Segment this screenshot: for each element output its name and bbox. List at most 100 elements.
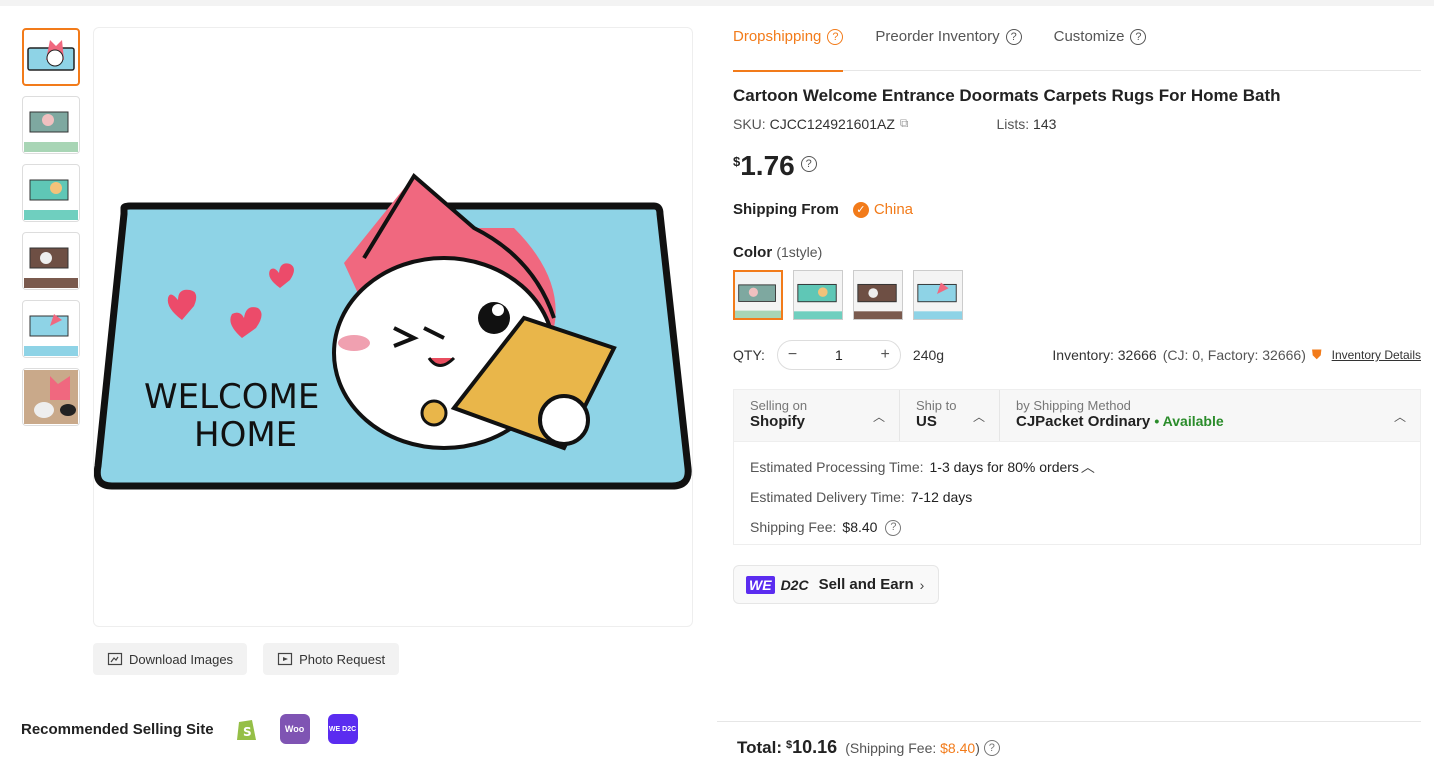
sku-label: SKU: (733, 116, 766, 132)
processing-label: Estimated Processing Time: (750, 459, 924, 475)
shipping-fee-row: Shipping Fee: $8.40? (750, 512, 1404, 542)
purchase-mode-tabs: Dropshipping? Preorder Inventory? Custom… (733, 28, 1421, 72)
shipping-box: Selling on Shopify ︿ Ship to US ︿ by Shi… (733, 389, 1421, 545)
recommended-label: Recommended Selling Site (21, 720, 214, 738)
we-logo: WE (746, 575, 775, 594)
delivery-label: Estimated Delivery Time: (750, 489, 905, 505)
total-label: Total: (737, 738, 783, 757)
inventory-info: Inventory: 32666 (CJ: 0, Factory: 32666)… (1052, 347, 1421, 363)
inventory-count: Inventory: 32666 (1052, 347, 1157, 363)
woo-icon-text: Woo (284, 724, 305, 734)
price-help-icon[interactable]: ? (800, 156, 817, 172)
shipping-method-label: by Shipping Method (1016, 398, 1131, 413)
d2c-sell-and-earn-button[interactable]: WE D2C Sell and Earn › (733, 565, 939, 604)
total-summary: Total: $ 10.16 (Shipping Fee: $8.40) ? (737, 737, 1000, 758)
shipping-method-value: CJPacket Ordinary (1016, 413, 1151, 430)
thumbnail-3[interactable] (22, 164, 80, 222)
qty-label: QTY: (733, 347, 765, 363)
weight: 240g (912, 347, 945, 363)
image-actions: Download Images Photo Request (93, 643, 400, 675)
thumbnail-5[interactable] (22, 300, 80, 358)
help-icon[interactable]: ? (1005, 29, 1022, 45)
fee-value: $8.40 (842, 519, 878, 535)
inventory-details-link[interactable]: Inventory Details (1332, 348, 1421, 362)
shopify-icon[interactable]: S (231, 714, 262, 744)
tab-customize[interactable]: Customize? (1054, 28, 1147, 71)
wed2c-icon-text: WE D2C (328, 725, 357, 733)
color-label: Color (733, 244, 773, 261)
color-swatches (733, 270, 963, 320)
total-fee-value: $8.40 (940, 740, 976, 756)
plus-icon[interactable]: + (881, 346, 890, 364)
tab-preorder-inventory[interactable]: Preorder Inventory? (875, 28, 1022, 71)
help-icon[interactable]: ? (983, 740, 1000, 756)
color-swatch[interactable] (733, 270, 783, 320)
chevron-up-icon: ︿ (1393, 410, 1406, 424)
fee-label: Shipping Fee: (750, 519, 837, 535)
svg-text:S: S (243, 725, 252, 739)
sell-and-earn-label: Sell and Earn (818, 576, 914, 593)
chevron-right-icon: › (919, 576, 925, 593)
help-icon[interactable]: ? (1130, 29, 1147, 45)
shipping-from-value[interactable]: China (874, 201, 913, 218)
shipping-from-label: Shipping From (733, 201, 839, 218)
copy-icon[interactable]: ⧉ (900, 116, 909, 132)
color-swatch[interactable] (913, 270, 963, 320)
minus-icon[interactable]: − (788, 346, 797, 364)
thumbnail-6[interactable] (22, 368, 80, 426)
sku-value: CJCC124921601AZ (769, 116, 895, 132)
shipping-method-dropdown[interactable]: by Shipping Method CJPacket Ordinary • A… (1000, 390, 1420, 441)
ship-to-dropdown[interactable]: Ship to US ︿ (900, 390, 1000, 441)
inventory-breakdown: (CJ: 0, Factory: 32666) (1162, 347, 1306, 363)
quantity-row: QTY: − 1 + 240g Inventory: 32666 (CJ: 0,… (733, 340, 1421, 370)
lists-value: 143 (1033, 116, 1057, 132)
download-image-icon (107, 652, 123, 666)
color-swatch[interactable] (793, 270, 843, 320)
selling-on-value: Shopify (750, 413, 805, 430)
thumbnail-image (24, 370, 78, 424)
main-product-image[interactable]: WELCOME HOME (93, 27, 693, 627)
shipping-from: Shipping From ✓ China (733, 201, 913, 218)
mat-text-home: HOME (194, 415, 297, 455)
shield-icon: ⛊ (1311, 347, 1322, 362)
recommended-selling-site: Recommended Selling Site S Woo WE D2C (21, 714, 358, 744)
price-amount: 1.76 (740, 150, 795, 181)
thumbnail-image (27, 40, 75, 71)
check-circle-icon: ✓ (852, 201, 869, 218)
wed2c-icon[interactable]: WE D2C (327, 714, 358, 744)
shipping-details: Estimated Processing Time: 1-3 days for 8… (734, 442, 1420, 552)
lists-label: Lists: (996, 116, 1030, 132)
photo-request-button[interactable]: Photo Request (263, 643, 400, 675)
total-fee-prefix: (Shipping Fee: (845, 740, 937, 756)
chevron-up-icon: ︿ (872, 410, 885, 424)
help-icon[interactable]: ? (885, 519, 902, 536)
thumbnail-1[interactable] (22, 28, 80, 86)
woocommerce-icon[interactable]: Woo (279, 714, 310, 744)
quantity-stepper[interactable]: − 1 + (776, 340, 901, 370)
tab-dropshipping[interactable]: Dropshipping? (733, 28, 844, 72)
quantity-value[interactable]: 1 (835, 347, 843, 363)
total-amount: 10.16 (792, 737, 838, 757)
price: $ 1.76 ? (733, 150, 817, 182)
availability-status: • Available (1154, 413, 1224, 429)
color-sub: (1style) (776, 244, 823, 260)
photo-request-icon (277, 652, 293, 666)
selling-on-dropdown[interactable]: Selling on Shopify ︿ (734, 390, 900, 441)
sku-row: SKU: CJCC124921601AZ ⧉ Lists: 143 (733, 116, 1056, 132)
thumbnail-image (24, 314, 78, 356)
shipping-selectors: Selling on Shopify ︿ Ship to US ︿ by Shi… (734, 390, 1420, 442)
processing-time-row: Estimated Processing Time: 1-3 days for 8… (750, 452, 1404, 482)
thumbnail-2[interactable] (22, 96, 80, 154)
download-images-button[interactable]: Download Images (93, 643, 248, 675)
d2c-logo: D2C (780, 576, 809, 593)
tab-label: Dropshipping (733, 28, 822, 45)
thumbnail-4[interactable] (22, 232, 80, 290)
selling-on-label: Selling on (750, 398, 808, 413)
help-icon[interactable]: ? (827, 29, 844, 45)
chevron-up-icon[interactable]: ︿ (1081, 457, 1095, 477)
doormat-illustration: WELCOME HOME (94, 172, 692, 490)
tab-label: Customize (1053, 28, 1125, 45)
tab-label: Preorder Inventory (875, 28, 1000, 45)
photo-request-label: Photo Request (299, 651, 386, 667)
color-swatch[interactable] (853, 270, 903, 320)
